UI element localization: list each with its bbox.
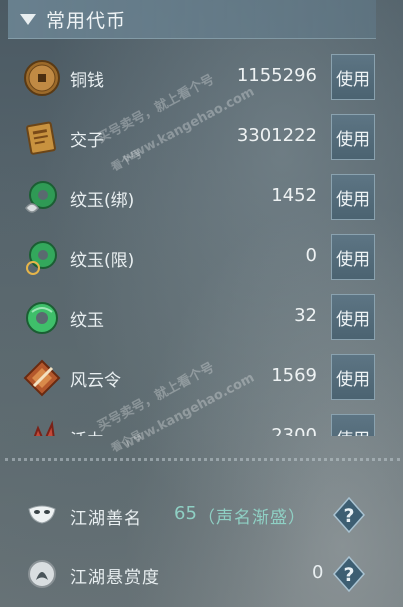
good-name-label: 江湖善名 [70, 509, 142, 529]
copper-coin-icon [24, 60, 60, 96]
use-button[interactable]: 使用 [331, 414, 375, 436]
mask-icon [28, 505, 56, 524]
bounty-seal-icon [28, 560, 56, 588]
section-header[interactable]: 常用代币 [8, 0, 376, 39]
good-name-status: （声名渐盛） [198, 508, 306, 528]
currency-name: 风云令 [70, 371, 121, 391]
currency-name: 交子 [70, 131, 104, 151]
currency-row-jade-limited: 纹玉(限) 0 使用 [0, 228, 403, 288]
use-button[interactable]: 使用 [331, 294, 375, 340]
good-name-row: 江湖善名 65 （声名渐盛） ? [0, 491, 403, 541]
bounty-help-button[interactable]: ? [332, 555, 366, 593]
fengyun-token-icon [23, 359, 61, 397]
question-mark-icon: ? [332, 496, 366, 534]
svg-text:?: ? [343, 505, 354, 527]
section-title: 常用代币 [46, 9, 127, 32]
paper-note-icon [26, 121, 56, 155]
currency-amount: 1569 [271, 365, 317, 386]
use-button[interactable]: 使用 [331, 174, 375, 220]
currency-amount: 3301222 [236, 125, 317, 146]
use-button[interactable]: 使用 [331, 54, 375, 100]
currency-row-partial: 活力 2300 使用 [0, 408, 403, 436]
currency-amount: 2300 [271, 425, 317, 436]
currency-name: 纹玉(绑) [70, 191, 135, 211]
currency-row-copper: 铜钱 1155296 使用 [0, 48, 403, 108]
currency-amount: 1452 [271, 185, 317, 206]
currency-name: 纹玉 [70, 311, 104, 331]
jade-limited-icon [26, 241, 57, 275]
currency-row-jiaozi: 交子 3301222 使用 [0, 108, 403, 168]
partial-item-icon [33, 420, 55, 436]
currency-row-fengyun: 风云令 1569 使用 [0, 348, 403, 408]
currency-name: 铜钱 [70, 71, 104, 91]
section-divider [5, 458, 400, 461]
good-name-help-button[interactable]: ? [332, 496, 366, 534]
currency-row-jade-bound: 纹玉(绑) 1452 使用 [0, 168, 403, 228]
bounty-label: 江湖悬赏度 [70, 568, 160, 588]
question-mark-icon: ? [332, 555, 366, 593]
bounty-value: 0 [312, 562, 324, 583]
currency-amount: 1155296 [236, 65, 317, 86]
svg-text:?: ? [343, 564, 354, 586]
currency-list[interactable]: 铜钱 1155296 使用 交子 3301222 使用 纹玉(绑) 1452 使… [0, 48, 403, 436]
collapse-triangle-icon[interactable] [20, 13, 36, 25]
jade-icon [26, 302, 58, 334]
good-name-value: 65 [174, 503, 197, 524]
currency-row-jade: 纹玉 32 使用 [0, 288, 403, 348]
currency-amount: 32 [294, 305, 317, 326]
use-button[interactable]: 使用 [331, 234, 375, 280]
currency-name: 纹玉(限) [70, 251, 135, 271]
jade-bound-icon [25, 181, 57, 213]
use-button[interactable]: 使用 [331, 354, 375, 400]
use-button[interactable]: 使用 [331, 114, 375, 160]
currency-amount: 0 [305, 245, 317, 266]
bounty-row: 江湖悬赏度 0 ? [0, 550, 403, 600]
currency-name: 活力 [70, 426, 104, 436]
